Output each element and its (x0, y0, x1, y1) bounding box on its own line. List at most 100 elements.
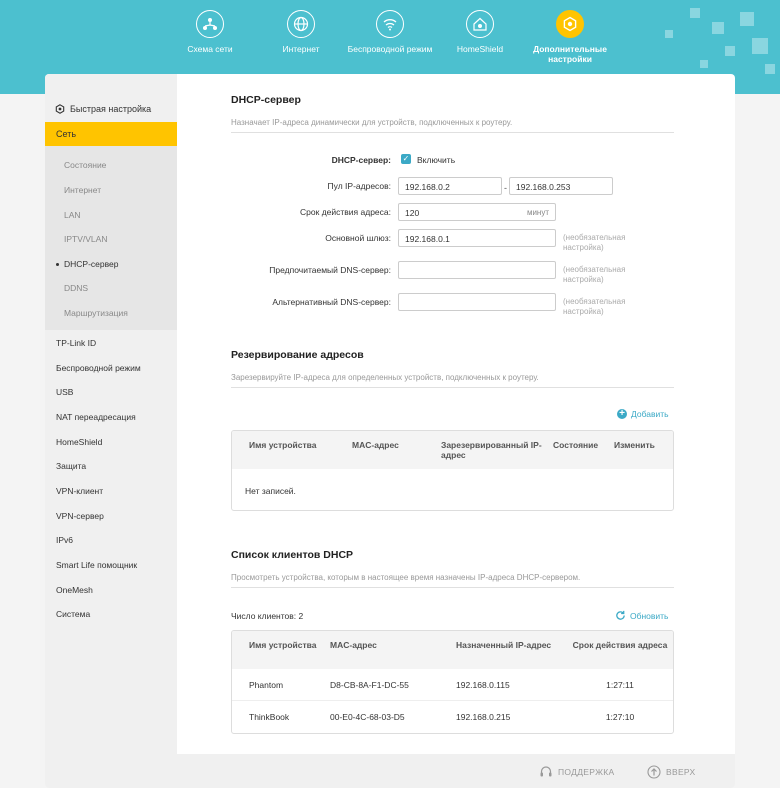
sidebar: Быстрая настройка Сеть Состояние Интерне… (45, 74, 177, 788)
plus-icon: + (617, 409, 627, 419)
table-header: Имя устройства MAC-адрес Зарезервированн… (232, 431, 673, 469)
quick-setup-icon (55, 104, 65, 114)
sidebar-item-ipv6[interactable]: IPv6 (56, 535, 73, 545)
client-ip: 192.168.0.215 (456, 712, 511, 722)
section-desc-reservation: Зарезервируйте IP-адреса для определенны… (231, 373, 539, 382)
network-map-icon (196, 10, 224, 38)
col-reserved-ip: Зарезервированный IP-адрес (441, 440, 542, 460)
row-divider (232, 700, 673, 701)
wifi-icon (376, 10, 404, 38)
dns2-input[interactable] (398, 293, 556, 311)
client-lease: 1:27:11 (606, 680, 634, 690)
gateway-input[interactable]: 192.168.0.1 (398, 229, 556, 247)
refresh-icon (616, 610, 625, 620)
divider (231, 387, 674, 388)
optional-hint: (необязательная настройка) (563, 265, 626, 284)
col-mac: MAC-адрес (352, 440, 399, 450)
pool-end-input[interactable]: 192.168.0.253 (509, 177, 613, 195)
col-edit: Изменить (614, 440, 655, 450)
nav-label: Беспроводной режим (347, 44, 433, 54)
sidebar-item-onemesh[interactable]: OneMesh (56, 585, 93, 595)
lease-label: Срок действия адреса: (300, 207, 391, 217)
nav-advanced[interactable]: Дополнительные настройки (520, 10, 620, 64)
clients-table: Имя устройства MAC-адрес Назначенный IP-… (231, 630, 674, 734)
divider (231, 132, 674, 133)
sidebar-item-wireless[interactable]: Беспроводной режим (56, 363, 141, 373)
gear-icon (556, 10, 584, 38)
sidebar-item-security[interactable]: Защита (56, 461, 86, 471)
dhcp-enable-text: Включить (417, 155, 456, 165)
dhcp-enable-label: DHCP-сервер: (331, 155, 391, 165)
nav-internet[interactable]: Интернет (251, 10, 351, 54)
section-desc-clients: Просмотреть устройства, которым в настоя… (231, 573, 581, 582)
sidebar-item-vpn-server[interactable]: VPN-сервер (56, 511, 104, 521)
client-name: Phantom (249, 680, 284, 690)
sidebar-subitem-lan[interactable]: LAN (64, 210, 81, 220)
dhcp-enable-checkbox[interactable]: ✓ (401, 154, 411, 164)
sidebar-item-tplink-id[interactable]: TP-Link ID (56, 338, 96, 348)
dns2-label: Альтернативный DNS-сервер: (272, 297, 391, 307)
sidebar-item-system[interactable]: Система (56, 609, 90, 619)
sidebar-item-vpn-client[interactable]: VPN-клиент (56, 486, 103, 496)
dns1-label: Предпочитаемый DNS-сервер: (269, 265, 391, 275)
nav-network-map[interactable]: Схема сети (160, 10, 260, 54)
client-ip: 192.168.0.115 (456, 680, 510, 690)
sidebar-item-nat[interactable]: NAT переадресация (56, 412, 136, 422)
col-device-name: Имя устройства (249, 640, 317, 650)
arrow-up-circle-icon (647, 765, 661, 779)
lease-unit: минут (526, 208, 549, 217)
sidebar-item-usb[interactable]: USB (56, 387, 73, 397)
empty-text: Нет записей. (245, 486, 296, 496)
col-assigned-ip: Назначенный IP-адрес (456, 640, 552, 650)
sidebar-subitem-dhcp[interactable]: DHCP-сервер (64, 259, 119, 269)
client-count: Число клиентов: 2 (231, 611, 304, 621)
pool-start-input[interactable]: 192.168.0.2 (398, 177, 502, 195)
add-reservation-button[interactable]: + Добавить (617, 409, 669, 419)
nav-homeshield[interactable]: HomeShield (430, 10, 530, 54)
section-title-clients: Список клиентов DHCP (231, 549, 354, 561)
refresh-label: Обновить (630, 610, 669, 621)
homeshield-icon (466, 10, 494, 38)
sidebar-item-quick-setup[interactable]: Быстрая настройка (55, 104, 151, 114)
current-indicator (56, 263, 59, 266)
sidebar-subitem-routing[interactable]: Маршрутизация (64, 308, 128, 318)
col-mac: MAC-адрес (330, 640, 377, 650)
client-mac: D8-CB-8A-F1-DC-55 (330, 680, 409, 690)
col-lease: Срок действия адреса (572, 640, 668, 650)
support-label: ПОДДЕРЖКА (558, 767, 615, 777)
sidebar-subitem-status[interactable]: Состояние (64, 160, 106, 170)
add-label: Добавить (631, 409, 669, 419)
back-to-top-button[interactable]: ВВЕРХ (647, 765, 695, 779)
content-area: DHCP-сервер Назначает IP-адреса динамиче… (177, 74, 735, 754)
sidebar-item-label: Быстрая настройка (70, 104, 152, 114)
pool-dash: - (504, 183, 507, 193)
sidebar-item-smart-life[interactable]: Smart Life помощник (56, 560, 137, 570)
sidebar-subitem-ddns[interactable]: DDNS (64, 283, 88, 293)
nav-wireless[interactable]: Беспроводной режим (340, 10, 440, 54)
support-button[interactable]: ПОДДЕРЖКА (539, 765, 614, 779)
nav-label: HomeShield (456, 44, 504, 54)
sidebar-subitem-internet[interactable]: Интернет (64, 185, 101, 195)
globe-icon (287, 10, 315, 38)
sidebar-item-homeshield[interactable]: HomeShield (56, 437, 102, 447)
sidebar-submenu: Состояние Интернет LAN IPTV/VLAN DHCP-се… (45, 146, 177, 330)
optional-hint: (необязательная настройка) (563, 233, 626, 252)
headset-icon (540, 766, 552, 777)
lease-value: 120 (405, 208, 420, 218)
sidebar-item-network[interactable]: Сеть (45, 122, 177, 146)
lease-input[interactable]: 120 минут (398, 203, 556, 221)
divider (231, 587, 674, 588)
table-header: Имя устройства MAC-адрес Назначенный IP-… (232, 631, 673, 669)
nav-label: Интернет (282, 44, 320, 54)
reservation-table: Имя устройства MAC-адрес Зарезервированн… (231, 430, 674, 511)
dns1-input[interactable] (398, 261, 556, 279)
sidebar-subitem-iptv[interactable]: IPTV/VLAN (64, 234, 107, 244)
section-title-dhcp: DHCP-сервер (231, 94, 301, 106)
nav-label: Дополнительные настройки (533, 44, 607, 64)
pool-label: Пул IP-адресов: (327, 181, 391, 191)
client-lease: 1:27:10 (605, 712, 635, 722)
col-device-name: Имя устройства (249, 440, 317, 450)
gateway-label: Основной шлюз: (325, 233, 391, 243)
refresh-button[interactable]: Обновить (615, 610, 669, 621)
client-name: ThinkBook (249, 712, 290, 722)
